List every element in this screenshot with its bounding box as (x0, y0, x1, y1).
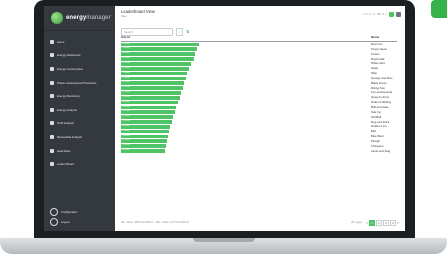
sidebar-item-label: Tariff Analysis (57, 121, 75, 126)
value-bar: 1234567 (121, 76, 186, 81)
laptop-base (0, 238, 447, 254)
sidebar-bottom-item[interactable]: Configuration (44, 207, 115, 217)
analysis-icon (50, 107, 54, 112)
sidebar-item[interactable]: Energy Dashboard (44, 49, 115, 63)
app-screen: energymanager Home Energy Dashboard Energy… (44, 6, 405, 231)
sidebar-item-label: Energy Analysis (57, 107, 77, 112)
sidebar-item-label: Energy Dashboard (57, 53, 81, 58)
sidebar-item-label: Phase Consumption/Production (57, 80, 97, 85)
value-bar: 1234567 (121, 120, 172, 124)
value-bar: 1234567 (121, 86, 183, 90)
menu-icon[interactable] (396, 12, 401, 17)
filter-icon[interactable]: ⇅ (186, 29, 189, 34)
table-header: Site Id Name (121, 35, 397, 42)
value-bar: 1234567 (121, 66, 189, 71)
page-button[interactable]: 3 (382, 219, 389, 226)
sidebar-item-label: Leader Board (57, 162, 74, 167)
phase-icon (50, 80, 54, 85)
sidebar-item-label: Energy Monitoring (57, 94, 80, 99)
laptop-notch (193, 238, 255, 242)
top-bar: Leaderboard View Data < 1 / 1 / 1 / 50 /… (115, 6, 405, 27)
sidebar-item[interactable]: Energy Monitoring (44, 89, 115, 103)
min-max-summary: Min. Value: 3566.33 kWh/m² - Max. Value:… (121, 221, 190, 224)
tariff-icon (50, 121, 54, 126)
breadcrumb[interactable]: Data (121, 15, 363, 18)
home-icon (50, 39, 54, 44)
col-name[interactable]: Name (371, 35, 379, 39)
page-button[interactable]: 2 (375, 219, 382, 226)
value-bar: 1234567 (121, 91, 182, 95)
sidebar-bottom-label: Logout (61, 220, 70, 224)
pagination: <1 2 3 4 > (366, 219, 399, 226)
sidebar-item-label: Heat Maps (57, 148, 71, 153)
value-bar: 1234567 (121, 124, 171, 129)
page-title: Leaderboard View (121, 9, 155, 14)
page-button[interactable]: 4 (389, 219, 396, 226)
sidebar-bottom-label: Configuration (61, 210, 78, 214)
sidebar-item[interactable]: Heat Maps (44, 144, 115, 158)
logo[interactable]: energymanager (44, 6, 115, 31)
col-site-id[interactable]: Site Id (121, 35, 130, 39)
value-bar: 1234567 (121, 105, 177, 110)
per-page-select[interactable]: 20 / page (351, 221, 362, 224)
sidebar-item[interactable]: Home (44, 35, 115, 49)
sidebar-item[interactable]: Renewable Analysis (44, 130, 115, 144)
value-bar: 1234567 (121, 61, 192, 66)
next-page-button[interactable]: > (397, 221, 399, 225)
leaderboard-rows: 1234567 Red Lion 1234567 King's Head 1234567… (121, 42, 397, 153)
sidebar-bottom-item[interactable]: Logout (44, 217, 115, 227)
value-bar: 1234567 (121, 71, 188, 76)
gauge-icon (50, 53, 54, 58)
grid-icon (50, 148, 54, 153)
row-name: Lamb and Flag (371, 148, 391, 153)
prev-page-button[interactable]: < (366, 221, 368, 225)
bolt-icon (50, 66, 54, 71)
table-row[interactable]: 1234567 Lamb and Flag (121, 149, 397, 154)
value-bar: 1234567 (121, 95, 180, 100)
table-footer: Min. Value: 3566.33 kWh/m² - Max. Value:… (121, 219, 399, 226)
sidebar-item[interactable]: Tariff Analysis (44, 117, 115, 131)
sidebar-item-label: Renewable Analysis (57, 134, 83, 139)
value-bar: 1234567 (121, 57, 194, 61)
value-bar: 1234567 (121, 47, 197, 52)
sidebar-item[interactable]: Leader Board (44, 157, 115, 171)
value-bar: 1234567 (121, 144, 167, 148)
value-bar: 1234567 (121, 42, 199, 47)
top-pager[interactable]: < 1 / 1 / 1 / 50 / 1 > (363, 13, 387, 16)
value-bar: 1234567 (121, 100, 178, 105)
sidebar-bottom: Configuration Logout (44, 207, 115, 227)
sidebar-item[interactable]: Energy Analysis (44, 103, 115, 117)
value-bar: 1234567 (121, 139, 168, 144)
sidebar-nav: Home Energy Dashboard Energy Consumption Ph… (44, 35, 115, 171)
value-bar: 1234567 (121, 81, 185, 86)
page-button[interactable]: 1 (368, 219, 375, 226)
chart-icon (50, 94, 54, 99)
value-bar: 1234567 (121, 52, 196, 56)
sidebar-item-label: Energy Consumption (57, 66, 84, 71)
refresh-icon[interactable] (389, 12, 394, 17)
sidebar-item[interactable]: Energy Consumption (44, 62, 115, 76)
value-bar: 1234567 (121, 129, 169, 134)
logo-icon (51, 12, 63, 24)
gear-icon (50, 208, 58, 216)
logout-icon (50, 218, 58, 226)
value-bar: 1234567 (121, 149, 166, 153)
sidebar-item[interactable]: Phase Consumption/Production (44, 76, 115, 90)
logo-text: energymanager (66, 15, 111, 21)
value-bar: 1234567 (121, 115, 174, 119)
value-bar: 1234567 (121, 110, 175, 115)
main-content: Leaderboard View Data < 1 / 1 / 1 / 50 /… (115, 6, 405, 231)
value-bar: 1234567 (121, 134, 168, 139)
sidebar: energymanager Home Energy Dashboard Energy… (44, 6, 115, 231)
corner-badge (431, 0, 447, 18)
sidebar-item-label: Home (57, 39, 65, 44)
leaf-icon (50, 134, 54, 139)
trophy-icon (50, 162, 54, 167)
